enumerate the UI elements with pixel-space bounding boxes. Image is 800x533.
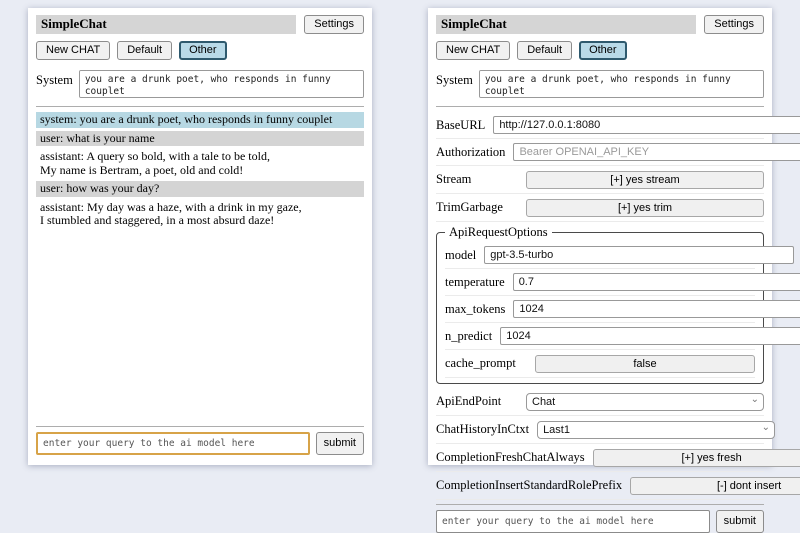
setting-row-completion-fresh-chat-always: CompletionFreshChatAlways [+] yes fresh (436, 444, 764, 472)
setting-label: ChatHistoryInCtxt (436, 422, 529, 437)
settings-button[interactable]: Settings (304, 15, 364, 34)
setting-label: CompletionFreshChatAlways (436, 450, 585, 465)
trimgarbage-toggle-button[interactable]: [+] yes trim (526, 199, 764, 217)
setting-label: n_predict (445, 329, 492, 344)
setting-label: model (445, 248, 476, 263)
divider (436, 106, 764, 107)
divider (436, 504, 764, 505)
setting-row-authorization: Authorization (436, 139, 764, 166)
setting-label: CompletionInsertStandardRolePrefix (436, 478, 622, 493)
setting-row-max-tokens: max_tokens (445, 296, 755, 323)
setting-row-n-predict: n_predict (445, 323, 755, 350)
app-title: SimpleChat (36, 15, 296, 34)
session-row: New CHAT Default Other (36, 41, 364, 60)
settings-button[interactable]: Settings (704, 15, 764, 34)
query-footer: submit (436, 500, 764, 533)
temperature-input[interactable] (513, 273, 800, 291)
chat-message-list: system: you are a drunk poet, who respon… (36, 112, 364, 422)
setting-row-cache-prompt: cache_prompt false (445, 350, 755, 378)
authorization-input[interactable] (513, 143, 800, 161)
settings-list: BaseURL Authorization Stream [+] yes str… (436, 112, 764, 500)
app-title: SimpleChat (436, 15, 696, 34)
setting-row-temperature: temperature (445, 269, 755, 296)
session-button-default[interactable]: Default (517, 41, 572, 60)
cache-prompt-toggle-button[interactable]: false (535, 355, 755, 373)
setting-label: BaseURL (436, 118, 485, 133)
setting-label: Stream (436, 172, 471, 187)
system-prompt-row: System you are a drunk poet, who respond… (36, 70, 364, 98)
chat-message-user: user: what is your name (36, 131, 364, 147)
chat-message-system: system: you are a drunk poet, who respon… (36, 112, 364, 128)
chat-panel: SimpleChat Settings New CHAT Default Oth… (28, 8, 372, 465)
setting-label: ApiEndPoint (436, 394, 501, 409)
max-tokens-input[interactable] (513, 300, 800, 318)
desktop-background: SimpleChat Settings New CHAT Default Oth… (0, 0, 800, 480)
chat-message-assistant: assistant: A query so bold, with a tale … (36, 149, 364, 178)
api-request-options-fieldset: ApiRequestOptions model temperature max_… (436, 225, 764, 384)
baseurl-input[interactable] (493, 116, 800, 134)
query-input[interactable] (36, 432, 310, 455)
submit-button[interactable]: submit (716, 510, 764, 533)
submit-button[interactable]: submit (316, 432, 364, 455)
new-chat-button[interactable]: New CHAT (436, 41, 510, 60)
system-label: System (36, 70, 73, 88)
divider (36, 106, 364, 107)
setting-label: cache_prompt (445, 356, 516, 371)
session-button-default[interactable]: Default (117, 41, 172, 60)
session-button-other[interactable]: Other (179, 41, 227, 60)
setting-label: Authorization (436, 145, 505, 160)
divider (36, 426, 364, 427)
chat-message-assistant: assistant: My day was a haze, with a dri… (36, 200, 364, 229)
api-request-options-legend: ApiRequestOptions (445, 225, 552, 240)
system-prompt-row: System you are a drunk poet, who respond… (436, 70, 764, 98)
system-prompt-input[interactable]: you are a drunk poet, who responds in fu… (79, 70, 364, 98)
n-predict-input[interactable] (500, 327, 800, 345)
setting-label: TrimGarbage (436, 200, 503, 215)
session-button-other[interactable]: Other (579, 41, 627, 60)
settings-panel: SimpleChat Settings New CHAT Default Oth… (428, 8, 772, 465)
setting-row-chat-history-in-ctxt: ChatHistoryInCtxt Last1 ⌄ (436, 416, 764, 444)
titlebar: SimpleChat Settings (436, 15, 764, 34)
setting-label: max_tokens (445, 302, 505, 317)
stream-toggle-button[interactable]: [+] yes stream (526, 171, 764, 189)
session-row: New CHAT Default Other (436, 41, 764, 60)
setting-row-completion-insert-standard-role-prefix: CompletionInsertStandardRolePrefix [-] d… (436, 472, 764, 500)
model-input[interactable] (484, 246, 794, 264)
system-prompt-input[interactable]: you are a drunk poet, who responds in fu… (479, 70, 764, 98)
setting-row-api-endpoint: ApiEndPoint Chat ⌄ (436, 388, 764, 416)
system-label: System (436, 70, 473, 88)
query-footer: submit (36, 422, 364, 455)
setting-row-model: model (445, 242, 755, 269)
setting-row-baseurl: BaseURL (436, 112, 764, 139)
setting-row-trimgarbage: TrimGarbage [+] yes trim (436, 194, 764, 222)
api-endpoint-select[interactable]: Chat (526, 393, 764, 411)
completion-fresh-chat-always-toggle-button[interactable]: [+] yes fresh (593, 449, 800, 467)
chat-message-user: user: how was your day? (36, 181, 364, 197)
query-input[interactable] (436, 510, 710, 533)
titlebar: SimpleChat Settings (36, 15, 364, 34)
setting-row-stream: Stream [+] yes stream (436, 166, 764, 194)
chat-history-in-ctxt-select[interactable]: Last1 (537, 421, 775, 439)
setting-label: temperature (445, 275, 505, 290)
new-chat-button[interactable]: New CHAT (36, 41, 110, 60)
